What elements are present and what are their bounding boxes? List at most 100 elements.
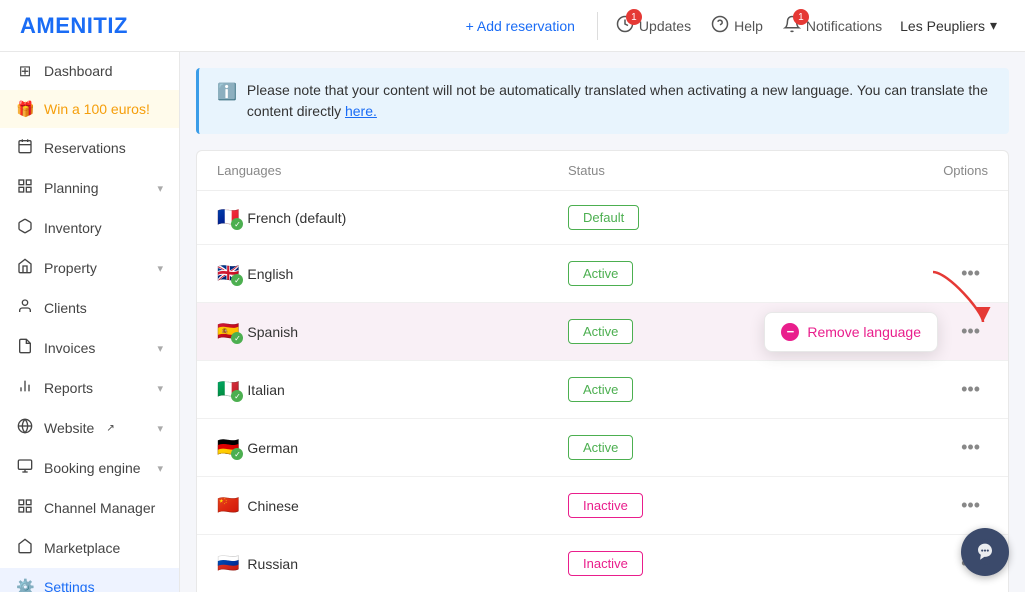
sidebar-item-label: Inventory (44, 220, 102, 236)
sidebar-item-label: Website (44, 420, 94, 436)
options-menu-button[interactable]: ••• (953, 259, 988, 288)
sidebar-item-clients[interactable]: Clients (0, 288, 179, 328)
status-cell: Inactive (568, 493, 868, 518)
options-menu-button[interactable]: ••• (953, 433, 988, 462)
sidebar-item-settings[interactable]: ⚙️ Settings (0, 568, 179, 592)
dashboard-icon: ⊞ (16, 62, 34, 80)
status-badge: Inactive (568, 493, 643, 518)
planning-icon (16, 178, 34, 198)
flag-german: 🇩🇪✓ (217, 437, 239, 458)
help-icon (711, 15, 729, 36)
app-body: ⊞ Dashboard 🎁 Win a 100 euros! Reservati… (0, 52, 1025, 592)
chevron-down-icon: ▾ (990, 17, 997, 34)
help-label: Help (734, 18, 763, 34)
options-cell: ••• (868, 259, 988, 288)
language-name: 🇷🇺 Russian (217, 553, 568, 574)
chatbot-button[interactable] (961, 528, 1009, 576)
language-table: Languages Status Options 🇫🇷✓ French (def… (196, 150, 1009, 592)
sidebar-item-label: Settings (44, 579, 95, 592)
sidebar: ⊞ Dashboard 🎁 Win a 100 euros! Reservati… (0, 52, 180, 592)
status-cell: Default (568, 205, 868, 230)
info-text: Please note that your content will not b… (247, 80, 991, 122)
sidebar-item-reports[interactable]: Reports ▾ (0, 368, 179, 408)
booking-icon (16, 458, 34, 478)
sidebar-item-label: Reservations (44, 140, 126, 156)
main-content: ℹ️ Please note that your content will no… (180, 52, 1025, 592)
user-label: Les Peupliers (900, 18, 985, 34)
col-languages: Languages (217, 163, 568, 178)
remove-language-popup: − Remove language (764, 312, 938, 352)
sidebar-item-label: Dashboard (44, 63, 113, 79)
settings-icon: ⚙️ (16, 578, 34, 592)
win-icon: 🎁 (16, 100, 34, 118)
options-menu-button[interactable]: ••• (953, 375, 988, 404)
help-button[interactable]: Help (701, 9, 773, 42)
status-cell: Active (568, 435, 868, 460)
sidebar-item-label: Channel Manager (44, 500, 155, 516)
options-menu-button[interactable]: ••• (953, 491, 988, 520)
remove-label[interactable]: Remove language (807, 324, 921, 340)
external-link-icon: ↗ (106, 423, 114, 434)
updates-button[interactable]: 1 Updates (606, 9, 701, 42)
notifications-button[interactable]: 1 Notifications (773, 9, 892, 42)
sidebar-item-website[interactable]: Website ↗ ▾ (0, 408, 179, 448)
col-status: Status (568, 163, 868, 178)
sidebar-item-inventory[interactable]: Inventory (0, 208, 179, 248)
sidebar-item-win[interactable]: 🎁 Win a 100 euros! (0, 90, 179, 128)
flag-french: 🇫🇷✓ (217, 207, 239, 228)
chevron-icon: ▾ (157, 462, 163, 475)
sidebar-item-invoices[interactable]: Invoices ▾ (0, 328, 179, 368)
info-link[interactable]: here. (345, 103, 377, 119)
table-header: Languages Status Options (197, 151, 1008, 191)
active-check: ✓ (231, 390, 243, 402)
sidebar-item-planning[interactable]: Planning ▾ (0, 168, 179, 208)
active-check: ✓ (231, 274, 243, 286)
invoices-icon (16, 338, 34, 358)
language-name: 🇩🇪✓ German (217, 437, 568, 458)
options-cell: ••• (868, 375, 988, 404)
chevron-icon: ▾ (157, 342, 163, 355)
sidebar-item-booking-engine[interactable]: Booking engine ▾ (0, 448, 179, 488)
active-check: ✓ (231, 218, 243, 230)
sidebar-item-dashboard[interactable]: ⊞ Dashboard (0, 52, 179, 90)
options-menu-button[interactable]: ••• (953, 317, 988, 346)
info-banner: ℹ️ Please note that your content will no… (196, 68, 1009, 134)
sidebar-item-label: Win a 100 euros! (44, 101, 150, 117)
active-check: ✓ (231, 448, 243, 460)
sidebar-item-channel-manager[interactable]: Channel Manager (0, 488, 179, 528)
table-row: 🇬🇧✓ English Active ••• (197, 245, 1008, 303)
sidebar-item-reservations[interactable]: Reservations (0, 128, 179, 168)
chevron-icon: ▾ (157, 422, 163, 435)
updates-icon: 1 (616, 15, 634, 36)
info-icon: ℹ️ (217, 81, 237, 105)
user-menu-button[interactable]: Les Peupliers ▾ (892, 11, 1005, 40)
status-cell: Inactive (568, 551, 868, 576)
notifications-label: Notifications (806, 18, 882, 34)
bell-icon: 1 (783, 15, 801, 36)
status-badge: Active (568, 435, 633, 460)
website-icon (16, 418, 34, 438)
flag-chinese: 🇨🇳 (217, 495, 239, 516)
language-name: 🇫🇷✓ French (default) (217, 207, 568, 228)
add-reservation-button[interactable]: + Add reservation (452, 12, 589, 40)
table-row: 🇨🇳 Chinese Inactive ••• (197, 477, 1008, 535)
clients-icon (16, 298, 34, 318)
language-name: 🇬🇧✓ English (217, 263, 568, 284)
sidebar-item-label: Invoices (44, 340, 95, 356)
status-cell: Active (568, 377, 868, 402)
sidebar-item-property[interactable]: Property ▾ (0, 248, 179, 288)
table-row: 🇷🇺 Russian Inactive ••• (197, 535, 1008, 592)
sidebar-item-label: Clients (44, 300, 87, 316)
sidebar-item-label: Booking engine (44, 460, 141, 476)
status-badge: Inactive (568, 551, 643, 576)
language-name: 🇪🇸✓ Spanish (217, 321, 568, 342)
brand-logo: AMENITIZ (20, 13, 128, 39)
navbar: AMENITIZ + Add reservation 1 Updates Hel… (0, 0, 1025, 52)
table-row: 🇪🇸✓ Spanish Active ••• − Remove language (197, 303, 1008, 361)
channel-icon (16, 498, 34, 518)
sidebar-item-label: Marketplace (44, 540, 120, 556)
table-row: 🇩🇪✓ German Active ••• (197, 419, 1008, 477)
sidebar-item-marketplace[interactable]: Marketplace (0, 528, 179, 568)
navbar-divider (597, 12, 598, 40)
table-row: 🇮🇹✓ Italian Active ••• (197, 361, 1008, 419)
